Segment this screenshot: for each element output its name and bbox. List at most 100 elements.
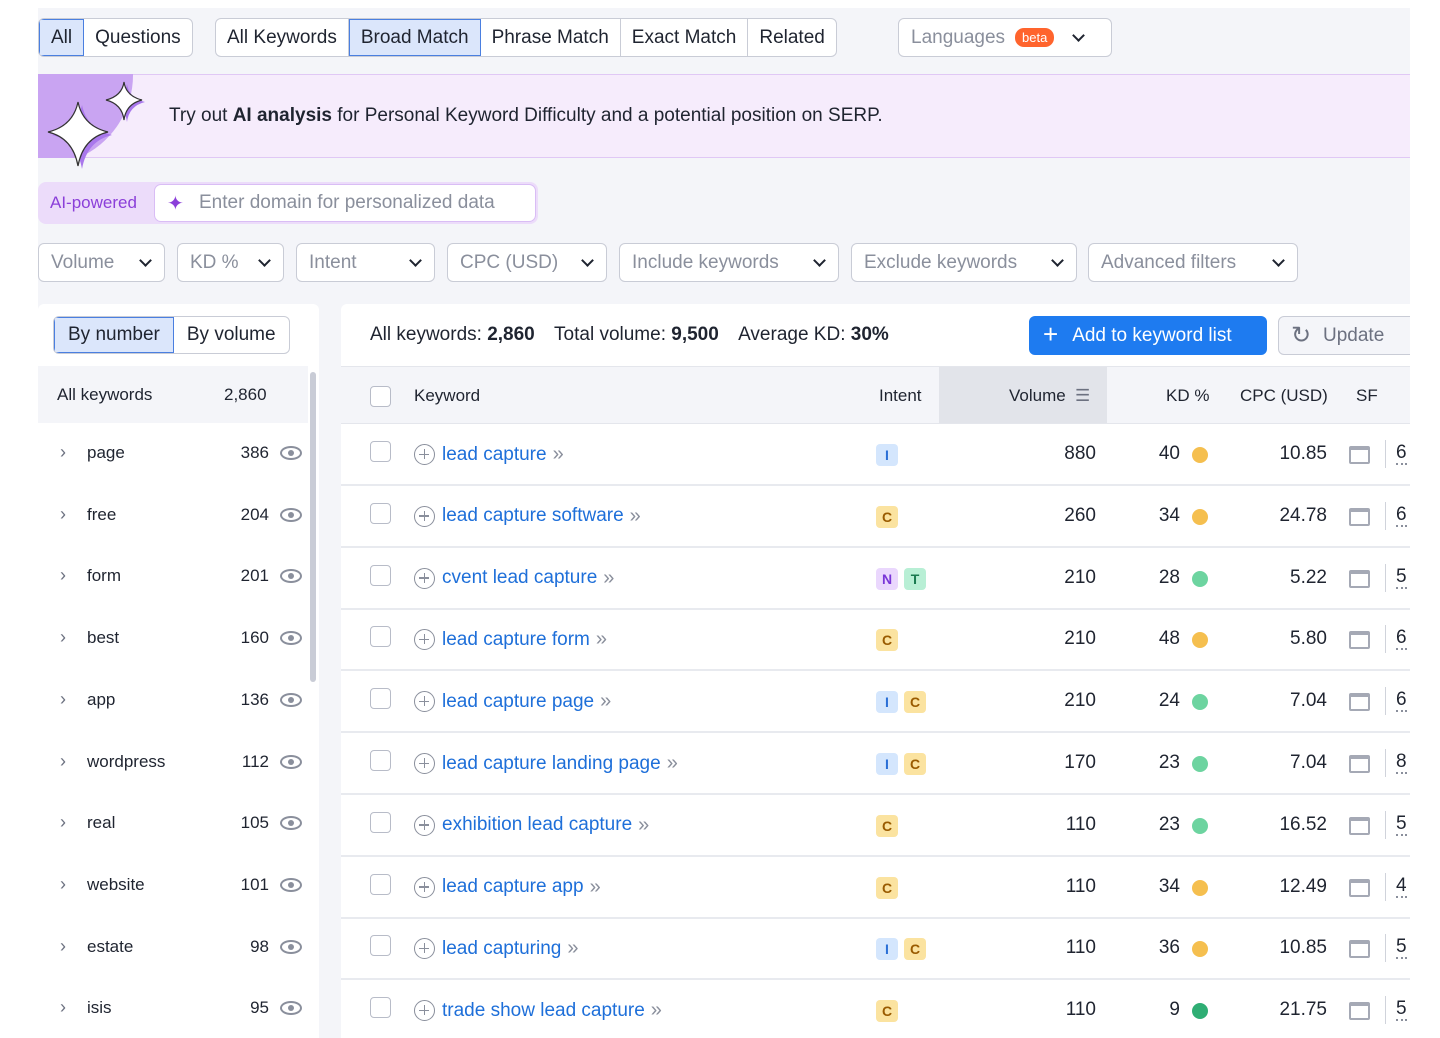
filter-kd--dropdown[interactable]: KD % xyxy=(177,243,284,282)
tab-all[interactable]: All xyxy=(39,19,85,56)
serp-features-count[interactable]: 5 xyxy=(1396,937,1407,960)
serp-preview-icon[interactable] xyxy=(1349,1002,1370,1021)
sidebar-group-item[interactable]: › page 386 xyxy=(38,423,308,485)
sidebar-group-item[interactable]: › wordpress 112 xyxy=(38,732,308,794)
double-chevron-right-icon[interactable]: » xyxy=(638,814,649,837)
add-circle-icon[interactable] xyxy=(414,444,435,465)
row-checkbox[interactable] xyxy=(370,626,391,648)
double-chevron-right-icon[interactable]: » xyxy=(667,752,678,775)
add-circle-icon[interactable] xyxy=(414,876,435,898)
serp-features-count[interactable]: 4 xyxy=(1396,875,1407,898)
filter-intent-dropdown[interactable]: Intent xyxy=(296,243,435,282)
sidebar-group-item[interactable]: › best 160 xyxy=(38,608,308,670)
serp-features-count[interactable]: 5 xyxy=(1396,813,1407,836)
add-circle-icon[interactable] xyxy=(414,1000,435,1022)
add-circle-icon[interactable] xyxy=(414,938,435,960)
eye-icon[interactable] xyxy=(280,446,302,460)
double-chevron-right-icon[interactable]: » xyxy=(630,505,641,528)
double-chevron-right-icon[interactable]: » xyxy=(603,567,614,590)
tab-questions[interactable]: Questions xyxy=(84,19,192,56)
chevron-right-icon[interactable]: › xyxy=(60,689,66,710)
keyword-link[interactable]: lead capture app xyxy=(442,876,584,898)
serp-features-count[interactable]: 5 xyxy=(1396,566,1407,589)
eye-icon[interactable] xyxy=(280,939,302,954)
sidebar-group-item[interactable]: › real 105 xyxy=(38,793,308,855)
tab-broad-match[interactable]: Broad Match xyxy=(348,19,481,56)
chevron-right-icon[interactable]: › xyxy=(60,504,66,525)
sidebar-group-item[interactable]: › app 136 xyxy=(38,670,308,732)
add-circle-icon[interactable] xyxy=(414,814,435,836)
double-chevron-right-icon[interactable]: » xyxy=(553,443,564,466)
chevron-right-icon[interactable]: › xyxy=(60,997,66,1018)
serp-preview-icon[interactable] xyxy=(1349,507,1370,526)
row-checkbox[interactable] xyxy=(370,564,391,586)
add-circle-icon[interactable] xyxy=(414,505,435,527)
keyword-link[interactable]: lead capturing xyxy=(442,938,561,960)
chevron-right-icon[interactable]: › xyxy=(60,565,66,586)
row-checkbox[interactable] xyxy=(370,441,391,462)
eye-icon[interactable] xyxy=(280,569,302,584)
eye-icon[interactable] xyxy=(280,754,302,769)
serp-preview-icon[interactable] xyxy=(1349,446,1370,464)
sidebar-scrollbar[interactable] xyxy=(310,372,316,682)
filter-volume-dropdown[interactable]: Volume xyxy=(38,243,165,282)
eye-icon[interactable] xyxy=(280,877,302,892)
add-circle-icon[interactable] xyxy=(414,691,435,713)
eye-icon[interactable] xyxy=(280,631,302,646)
filter-exclude-keywords-dropdown[interactable]: Exclude keywords xyxy=(851,243,1077,282)
double-chevron-right-icon[interactable]: » xyxy=(590,876,601,899)
col-keyword[interactable]: Keyword xyxy=(414,386,480,406)
eye-icon[interactable] xyxy=(280,816,302,831)
filter-advanced-filters-dropdown[interactable]: Advanced filters xyxy=(1088,243,1298,282)
tab-related[interactable]: Related xyxy=(748,19,836,56)
filter-include-keywords-dropdown[interactable]: Include keywords xyxy=(619,243,839,282)
serp-preview-icon[interactable] xyxy=(1349,569,1370,588)
col-sf[interactable]: SF xyxy=(1356,386,1378,406)
serp-preview-icon[interactable] xyxy=(1349,940,1370,959)
double-chevron-right-icon[interactable]: » xyxy=(651,999,662,1022)
double-chevron-right-icon[interactable]: » xyxy=(596,628,607,651)
chevron-right-icon[interactable]: › xyxy=(60,812,66,833)
serp-features-count[interactable]: 6 xyxy=(1396,443,1407,465)
eye-icon[interactable] xyxy=(280,692,302,707)
keyword-link[interactable]: lead capture form xyxy=(442,629,590,651)
sidebar-group-item[interactable]: › free 204 xyxy=(38,485,308,547)
all-keywords-group[interactable]: All keywords 2,860 xyxy=(38,366,308,423)
add-to-keyword-list-button[interactable]: + Add to keyword list xyxy=(1029,316,1267,355)
sidebar-group-item[interactable]: › estate 98 xyxy=(38,917,308,979)
add-circle-icon[interactable] xyxy=(414,629,435,651)
eye-icon[interactable] xyxy=(280,1001,302,1016)
row-checkbox[interactable] xyxy=(370,688,391,710)
by-volume-button[interactable]: By volume xyxy=(174,317,289,353)
by-number-button[interactable]: By number xyxy=(54,317,174,353)
col-volume[interactable]: Volume ☰ xyxy=(939,367,1107,423)
chevron-right-icon[interactable]: › xyxy=(60,874,66,895)
keyword-link[interactable]: lead capture software xyxy=(442,505,624,527)
tab-all-keywords[interactable]: All Keywords xyxy=(216,19,349,56)
col-intent[interactable]: Intent xyxy=(879,386,922,406)
serp-features-count[interactable]: 5 xyxy=(1396,999,1407,1022)
row-checkbox[interactable] xyxy=(370,502,391,524)
double-chevron-right-icon[interactable]: » xyxy=(600,690,611,713)
chevron-right-icon[interactable]: › xyxy=(60,936,66,957)
add-circle-icon[interactable] xyxy=(414,567,435,589)
domain-input[interactable]: ✦ Enter domain for personalized data xyxy=(154,184,536,222)
keyword-link[interactable]: trade show lead capture xyxy=(442,1000,645,1022)
chevron-right-icon[interactable]: › xyxy=(60,442,66,463)
add-circle-icon[interactable] xyxy=(414,753,435,774)
row-checkbox[interactable] xyxy=(370,997,391,1019)
row-checkbox[interactable] xyxy=(370,873,391,895)
tab-phrase-match[interactable]: Phrase Match xyxy=(481,19,621,56)
keyword-link[interactable]: cvent lead capture xyxy=(442,567,597,589)
serp-preview-icon[interactable] xyxy=(1349,878,1370,897)
sidebar-group-item[interactable]: › website 101 xyxy=(38,855,308,917)
row-checkbox[interactable] xyxy=(370,811,391,833)
update-button[interactable]: ↻ Update xyxy=(1278,316,1410,355)
keyword-link[interactable]: lead capture landing page xyxy=(442,753,661,775)
languages-dropdown[interactable]: Languages beta xyxy=(898,18,1112,57)
chevron-right-icon[interactable]: › xyxy=(60,627,66,648)
select-all-checkbox[interactable] xyxy=(370,386,391,407)
tab-exact-match[interactable]: Exact Match xyxy=(621,19,749,56)
serp-features-count[interactable]: 8 xyxy=(1396,752,1407,774)
serp-preview-icon[interactable] xyxy=(1349,693,1370,712)
